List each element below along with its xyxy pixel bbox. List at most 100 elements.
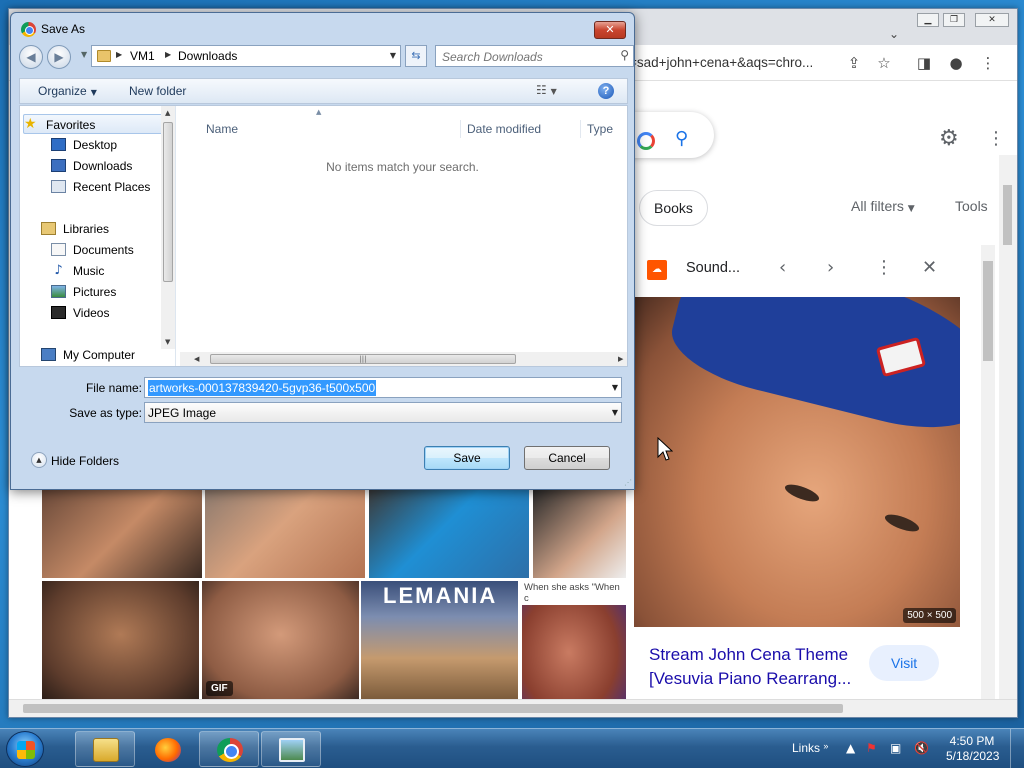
preview-image[interactable]: 500 × 500 (634, 297, 960, 627)
profile-icon[interactable]: ● (945, 53, 967, 73)
help-icon[interactable]: ? (598, 83, 614, 99)
taskbar-photo-viewer[interactable] (261, 731, 321, 767)
share-icon[interactable]: ⇪ (843, 53, 865, 73)
scroll-left-icon[interactable]: ◀ (194, 355, 199, 363)
breadcrumb-downloads[interactable]: Downloads (178, 49, 237, 63)
file-list-hscrollbar[interactable]: ◀ ||| ▶ (180, 352, 627, 366)
taskbar-explorer[interactable] (75, 731, 135, 767)
side-panel-scrollbar[interactable] (981, 245, 995, 700)
omnibox[interactable]: =sad+john+cena+&aqs=chro... (629, 49, 844, 77)
nav-item-my-computer[interactable]: My Computer (41, 345, 181, 365)
dialog-titlebar[interactable]: Save As ✕ (11, 13, 634, 43)
desktop-icon (51, 138, 66, 151)
scrollbar-thumb[interactable] (163, 122, 173, 282)
filter-chip-books[interactable]: Books (639, 190, 708, 226)
side-panel-header: ☁ Sound... ‹ › ⋮ ✕ (634, 245, 974, 293)
column-header-name[interactable]: Name (206, 122, 238, 136)
image-results-grid: GIF LEMANIA When she asks "When c (42, 490, 626, 700)
file-name-field[interactable]: artworks-000137839420-5gvp36-t500x500 ▼ (144, 377, 622, 398)
image-result[interactable] (205, 490, 365, 578)
search-input[interactable] (442, 48, 607, 65)
nav-item-libraries[interactable]: Libraries (41, 219, 181, 239)
column-header-type[interactable]: Type (587, 122, 613, 136)
image-result[interactable] (369, 490, 529, 578)
prev-image-icon[interactable]: ‹ (779, 257, 786, 278)
show-hidden-icons-icon[interactable]: ▲ (846, 741, 855, 755)
page-horizontal-scrollbar[interactable] (9, 699, 1017, 717)
file-name-dropdown-icon[interactable]: ▼ (612, 383, 618, 392)
system-clock[interactable]: 4:50 PM 5/18/2023 (946, 734, 999, 764)
save-button[interactable]: Save (424, 446, 510, 470)
maximize-icon[interactable]: ❐ (943, 13, 965, 27)
change-view-icon[interactable]: ☷ ▼ (536, 83, 557, 97)
breadcrumb-arrow-icon[interactable]: ▶ (116, 50, 122, 59)
image-result[interactable]: GIF (202, 581, 359, 700)
save-as-type-select[interactable]: JPEG Image ▼ (144, 402, 622, 423)
bookmark-star-icon[interactable]: ☆ (873, 53, 895, 73)
volume-muted-icon[interactable]: 🔇 (914, 741, 929, 755)
action-center-flag-icon[interactable]: ⚑ (866, 741, 877, 755)
column-divider[interactable] (580, 120, 581, 138)
tab-search-chevron-icon[interactable]: ⌄ (889, 27, 899, 41)
close-panel-icon[interactable]: ✕ (922, 257, 937, 278)
tools-button[interactable]: Tools (955, 198, 988, 214)
scroll-up-icon[interactable]: ▲ (165, 109, 170, 117)
page-vertical-scrollbar[interactable] (999, 155, 1017, 717)
nav-item-label: Downloads (73, 159, 133, 173)
file-name-input[interactable]: artworks-000137839420-5gvp36-t500x500 (148, 380, 377, 396)
scroll-right-icon[interactable]: ▶ (618, 355, 623, 363)
start-button[interactable] (6, 731, 44, 767)
all-filters-button[interactable]: All filters ▼ (851, 198, 915, 214)
image-result[interactable]: LEMANIA (361, 581, 518, 700)
organize-menu[interactable]: Organize ▼ (38, 84, 97, 98)
new-folder-button[interactable]: New folder (129, 84, 186, 98)
address-bar[interactable]: ▶ VM1 ▶ Downloads ▼ (91, 45, 401, 67)
scrollbar-thumb[interactable] (23, 704, 843, 713)
nav-pane-scrollbar[interactable]: ▲ ▼ (161, 106, 175, 349)
show-desktop-button[interactable] (1010, 729, 1024, 768)
column-divider[interactable] (460, 120, 461, 138)
scrollbar-thumb[interactable] (983, 261, 993, 361)
minimize-icon[interactable]: ▁ (917, 13, 939, 27)
save-as-type-dropdown-icon[interactable]: ▼ (612, 408, 618, 417)
more-options-icon[interactable]: ⋮ (875, 257, 893, 278)
cancel-button[interactable]: Cancel (524, 446, 610, 470)
side-panel-icon[interactable]: ◨ (913, 53, 935, 73)
dialog-close-button[interactable]: ✕ (594, 21, 626, 39)
google-lens-icon[interactable] (637, 132, 655, 150)
side-panel-source[interactable]: Sound... (686, 260, 740, 276)
taskbar-firefox[interactable] (137, 731, 197, 767)
resize-grip-icon[interactable]: ⋰ (624, 478, 632, 487)
nav-item-label: Recent Places (73, 180, 151, 194)
settings-gear-icon[interactable]: ⚙ (939, 126, 959, 151)
column-header-date-modified[interactable]: Date modified (467, 122, 541, 136)
back-arrow-icon[interactable]: ◀ (19, 45, 43, 69)
search-submit-icon[interactable]: ⚲ (675, 128, 688, 149)
address-dropdown-icon[interactable]: ▼ (390, 51, 396, 60)
breadcrumb-arrow-icon[interactable]: ▶ (165, 50, 171, 59)
apps-kebab-icon[interactable]: ⋮ (987, 128, 1005, 149)
image-result[interactable]: When she asks "When c (522, 581, 626, 700)
refresh-icon[interactable]: ⇆ (405, 45, 427, 67)
search-icon[interactable]: ⚲ (620, 48, 629, 62)
result-title-link[interactable]: Stream John Cena Theme [Vesuvia Piano Re… (649, 643, 869, 691)
image-result[interactable] (533, 490, 626, 578)
image-result[interactable] (42, 490, 202, 578)
forward-arrow-icon[interactable]: ▶ (47, 45, 71, 69)
recent-pages-chevron-icon[interactable]: ▼ (81, 50, 87, 59)
taskbar-chrome[interactable] (199, 731, 259, 767)
scroll-down-icon[interactable]: ▼ (165, 338, 170, 346)
visit-button[interactable]: Visit (869, 645, 940, 681)
next-image-icon[interactable]: › (827, 257, 834, 278)
image-result[interactable] (42, 581, 199, 700)
network-icon[interactable]: ▣ (890, 741, 901, 755)
nav-item-favorites[interactable]: ★ Favorites (23, 114, 163, 134)
scrollbar-thumb[interactable]: ||| (210, 354, 516, 364)
links-toolbar[interactable]: Links » (792, 741, 828, 755)
search-box[interactable]: ⚲ (435, 45, 634, 67)
breadcrumb-vm1[interactable]: VM1 (130, 49, 155, 63)
scrollbar-thumb[interactable] (1003, 185, 1012, 245)
eye-shape (883, 511, 921, 535)
menu-kebab-icon[interactable]: ⋮ (977, 53, 999, 73)
close-icon[interactable]: ✕ (975, 13, 1009, 27)
